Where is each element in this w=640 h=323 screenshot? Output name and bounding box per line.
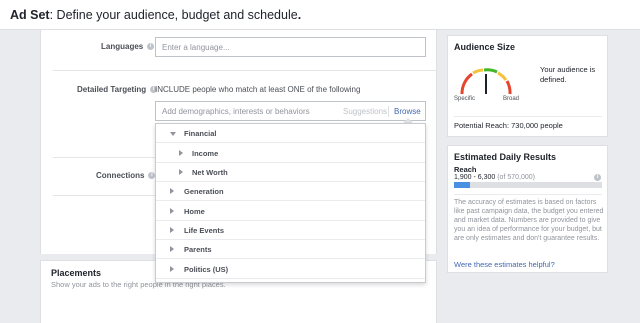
page-header: Ad Set: Define your audience, budget and…	[0, 0, 640, 30]
estimated-results-title: Estimated Daily Results	[454, 152, 557, 162]
reach-progress-fill	[454, 182, 471, 188]
estimated-results-card: Estimated Daily Results Reach 1,900 - 6,…	[447, 145, 608, 273]
header-title-end: .	[297, 8, 302, 22]
audience-size-card: Audience Size Specific Broad Your audien…	[447, 35, 608, 137]
browse-button[interactable]: Browse	[394, 107, 421, 116]
dropdown-item-label: Life Events	[184, 226, 225, 235]
placements-title: Placements	[51, 268, 102, 278]
reach-progress-bar	[454, 182, 602, 188]
dropdown-item-parents[interactable]: Parents	[156, 240, 425, 259]
gauge-yellow-left-segment	[472, 68, 484, 75]
section-divider	[53, 195, 155, 196]
estimates-helpful-link[interactable]: Were these estimates helpful?	[454, 260, 555, 269]
suggestions-button[interactable]: Suggestions	[343, 107, 387, 116]
dropdown-item-politics[interactable]: Politics (US)	[156, 260, 425, 279]
chevron-right-icon	[179, 169, 183, 175]
connections-label: Connections i	[96, 171, 156, 180]
dropdown-item-financial[interactable]: Financial	[156, 124, 425, 143]
audience-size-title: Audience Size	[454, 42, 516, 52]
gauge-green-segment	[483, 68, 498, 74]
dropdown-item-generation[interactable]: Generation	[156, 182, 425, 201]
section-divider	[53, 70, 437, 71]
gauge-broad-label: Broad	[503, 96, 520, 102]
audience-gauge	[460, 68, 512, 95]
dropdown-item-label: Generation	[184, 187, 224, 196]
gauge-specific-label: Specific	[454, 96, 476, 102]
chevron-right-icon	[170, 266, 174, 272]
reach-of-total: (of 570,000)	[497, 174, 535, 181]
gauge-yellow-right-segment	[497, 71, 508, 81]
chevron-right-icon	[179, 150, 183, 156]
reach-range-value: 1,900 - 6,300	[454, 174, 496, 181]
languages-label: Languages i	[101, 42, 155, 51]
include-criteria-text: INCLUDE people who match at least ONE of…	[155, 85, 361, 94]
chevron-right-icon	[170, 227, 174, 233]
dropdown-item-life-events[interactable]: Life Events	[156, 221, 425, 240]
language-input-placeholder: Enter a language...	[162, 43, 230, 52]
detailed-targeting-input[interactable]: Add demographics, interests or behaviors…	[155, 101, 426, 121]
languages-label-text: Languages	[101, 42, 144, 51]
audience-description: Your audience is defined.	[540, 65, 596, 84]
connections-label-text: Connections	[96, 171, 145, 180]
reach-range: 1,900 - 6,300 (of 570,000)	[454, 174, 535, 181]
chevron-right-icon	[170, 246, 174, 252]
potential-reach: Potential Reach: 730,000 people	[454, 121, 563, 130]
audience-divider	[454, 116, 602, 117]
gauge-red-right-segment	[505, 80, 512, 95]
dropdown-item-label: Politics (US)	[184, 265, 229, 274]
dropdown-item-income[interactable]: Income	[156, 144, 425, 163]
detailed-targeting-label: Detailed Targeting i	[77, 85, 158, 94]
dropdown-item-home[interactable]: Home	[156, 202, 425, 221]
dropdown-item-label: Income	[192, 149, 219, 158]
chevron-down-icon	[170, 132, 176, 136]
section-divider	[53, 157, 155, 158]
estimated-divider	[454, 194, 602, 195]
dropdown-item-net-worth[interactable]: Net Worth	[156, 163, 425, 182]
header-title-bold: Ad Set	[10, 8, 50, 22]
dropdown-item-label: Net Worth	[192, 168, 228, 177]
targeting-input-placeholder: Add demographics, interests or behaviors	[162, 107, 310, 116]
input-separator	[388, 106, 389, 117]
chevron-right-icon	[170, 188, 174, 194]
reach-info-icon[interactable]: i	[594, 174, 601, 181]
dropdown-item-label: Parents	[184, 245, 212, 254]
detailed-targeting-label-text: Detailed Targeting	[77, 85, 147, 94]
gauge-red-segment	[460, 72, 473, 95]
estimates-disclaimer: The accuracy of estimates is based on fa…	[454, 199, 604, 242]
chevron-right-icon	[170, 208, 174, 214]
dropdown-item-label: Home	[184, 207, 205, 216]
language-input[interactable]: Enter a language...	[155, 37, 426, 57]
languages-info-icon[interactable]: i	[147, 43, 155, 51]
header-title-rest: : Define your audience, budget and sched…	[49, 8, 298, 22]
dropdown-item-label: Financial	[184, 129, 217, 138]
reach-label: Reach	[454, 165, 477, 174]
browse-dropdown: Financial Income Net Worth Generation Ho…	[155, 123, 426, 283]
